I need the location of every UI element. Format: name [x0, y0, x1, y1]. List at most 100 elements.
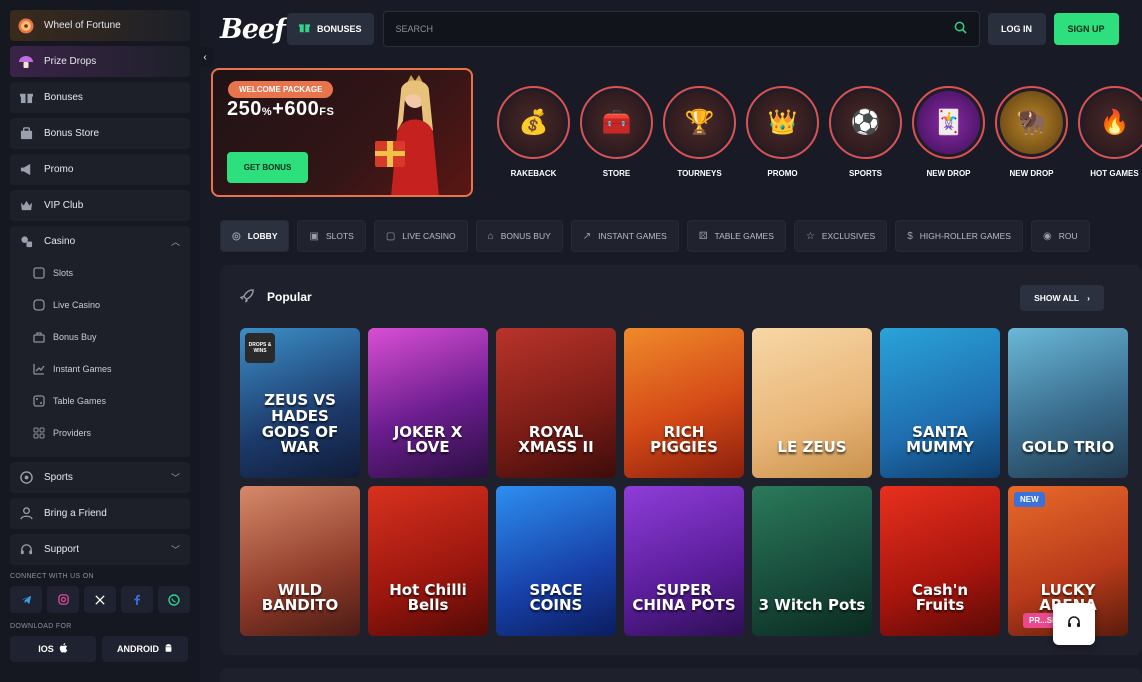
story-store[interactable]: 🧰 STORE: [575, 86, 658, 181]
story-glyph: 🧰: [585, 91, 648, 154]
game-title: ROYAL XMASS II: [518, 422, 594, 457]
tab-instant-games[interactable]: ↗ INSTANT GAMES: [570, 220, 679, 252]
login-button[interactable]: LOG IN: [987, 13, 1046, 45]
headset-icon: [18, 542, 34, 558]
dice-icon: [32, 394, 46, 408]
story-label: HOT GAMES: [1090, 169, 1139, 178]
tab-slots[interactable]: ▣ SLOTS: [297, 220, 366, 252]
sidebar-item-label: Prize Drops: [44, 56, 97, 67]
game-tile[interactable]: SUPER CHINA POTS: [624, 486, 744, 636]
sidebar-item-vip-club[interactable]: VIP Club: [10, 190, 190, 221]
collapse-sidebar-button[interactable]: ‹: [196, 47, 214, 67]
apple-icon: [59, 643, 68, 655]
store-icon: [18, 126, 34, 142]
story-sports[interactable]: ⚽ SPORTS: [824, 86, 907, 181]
drops-wins-badge: DROPS & WINS: [245, 333, 275, 363]
sidebar-item-prize-drops[interactable]: Prize Drops: [10, 46, 190, 77]
tab-high-roller-games[interactable]: $ HIGH-ROLLER GAMES: [895, 220, 1023, 252]
game-tile[interactable]: SANTA MUMMY: [880, 328, 1000, 478]
story-rakeback[interactable]: 💰 RAKEBACK: [492, 86, 575, 181]
game-title: JOKER X LOVE: [393, 422, 463, 457]
tab-bonus-buy[interactable]: ⌂ BONUS BUY: [475, 220, 563, 252]
sidebar-subitem-label: Table Games: [53, 396, 107, 406]
telegram-icon[interactable]: [10, 586, 42, 613]
x-icon[interactable]: [84, 586, 116, 613]
sidebar-item-promo[interactable]: Promo: [10, 154, 190, 185]
tab-table-games[interactable]: ⚄ TABLE GAMES: [686, 220, 786, 252]
tab-label: LIVE CASINO: [402, 231, 456, 241]
story-promo[interactable]: 👑 PROMO: [741, 86, 824, 181]
popular-title: Popular: [267, 290, 312, 304]
tab-roulette[interactable]: ◉ ROU: [1030, 220, 1090, 252]
story-tourneys[interactable]: 🏆 TOURNEYS: [658, 86, 741, 181]
tab-live-casino[interactable]: ▢ LIVE CASINO: [373, 220, 468, 252]
facebook-icon[interactable]: [121, 586, 153, 613]
chart-icon: [32, 362, 46, 376]
game-tile[interactable]: DROPS & WINS ZEUS VS HADES GODS OF WAR: [240, 328, 360, 478]
game-tile[interactable]: Hot Chilli Bells: [368, 486, 488, 636]
whatsapp-icon[interactable]: [158, 586, 190, 613]
sidebar-item-sports[interactable]: Sports ﹀: [10, 462, 190, 493]
game-title: RICH PIGGIES: [650, 422, 718, 457]
roulette-icon: ◉: [1042, 230, 1052, 242]
story-glyph: 🦬: [1000, 91, 1063, 154]
popular-section: Popular SHOW ALL › DROPS & WINS ZEUS VS HA…: [220, 265, 1142, 655]
sidebar-item-bring-a-friend[interactable]: Bring a Friend: [10, 498, 190, 529]
game-tile[interactable]: WILD BANDITO: [240, 486, 360, 636]
sidebar-subitem-table-games[interactable]: Table Games: [10, 385, 190, 417]
sidebar-item-casino[interactable]: Casino ︿: [10, 226, 190, 257]
signup-button[interactable]: SIGN UP: [1053, 13, 1119, 45]
search-icon[interactable]: [954, 21, 967, 37]
game-tile[interactable]: SPACE COINS: [496, 486, 616, 636]
get-bonus-button[interactable]: GET BONUS: [227, 152, 308, 183]
sidebar-item-support[interactable]: Support ﹀: [10, 534, 190, 565]
game-title: SUPER CHINA POTS: [632, 580, 736, 615]
promo-amount-fs: FS: [319, 106, 335, 118]
game-tile[interactable]: RICH PIGGIES: [624, 328, 744, 478]
bonuses-button[interactable]: BONUSES: [287, 13, 374, 45]
story-hot-games[interactable]: 🔥 HOT GAMES: [1073, 86, 1142, 181]
sidebar-item-wheel-of-fortune[interactable]: Wheel of Fortune: [10, 10, 190, 41]
game-tile[interactable]: JOKER X LOVE: [368, 328, 488, 478]
tab-exclusives[interactable]: ☆ EXCLUSIVES: [793, 220, 888, 252]
sidebar-item-bonuses[interactable]: Bonuses: [10, 82, 190, 113]
instagram-icon[interactable]: [47, 586, 79, 613]
tab-lobby[interactable]: ◎ LOBBY: [220, 220, 290, 252]
topbar: Beef BONUSES SEARCH LOG IN SIGN UP: [220, 11, 1130, 47]
promo-amount-plus: +600: [272, 98, 320, 120]
story-new-drop[interactable]: 🃏 NEW DROP: [907, 86, 990, 181]
next-section-strip: [220, 668, 1142, 682]
sidebar-subitem-slots[interactable]: Slots: [10, 257, 190, 289]
sidebar-item-bonus-store[interactable]: Bonus Store: [10, 118, 190, 149]
welcome-promo-card[interactable]: WELCOME PACKAGE 250%+600FS GET BONUS: [211, 68, 473, 197]
sidebar-subitem-instant-games[interactable]: Instant Games: [10, 353, 190, 385]
story-circle: 👑: [746, 86, 819, 159]
search-input[interactable]: SEARCH: [382, 11, 980, 47]
game-tile[interactable]: LE ZEUS: [752, 328, 872, 478]
tab-label: TABLE GAMES: [714, 231, 774, 241]
story-new-drop-2[interactable]: 🦬 NEW DROP: [990, 86, 1073, 181]
logo[interactable]: Beef: [220, 14, 287, 45]
crown-icon: [18, 198, 34, 214]
tab-label: LOBBY: [247, 231, 278, 241]
game-title: SPACE COINS: [529, 580, 583, 615]
rocket-icon: [239, 288, 255, 306]
game-tile[interactable]: ROYAL XMASS II: [496, 328, 616, 478]
sidebar-subitem-live-casino[interactable]: Live Casino: [10, 289, 190, 321]
gift-icon: [18, 90, 34, 106]
search-placeholder: SEARCH: [395, 24, 434, 34]
connect-label: CONNECT WITH US ON: [10, 573, 94, 580]
sidebar-subitem-bonus-buy[interactable]: Bonus Buy: [10, 321, 190, 353]
game-tile[interactable]: GOLD TRIO: [1008, 328, 1128, 478]
sidebar-subitem-providers[interactable]: Providers: [10, 417, 190, 449]
show-all-button[interactable]: SHOW ALL ›: [1020, 285, 1104, 311]
game-title: GOLD TRIO: [1021, 438, 1115, 457]
tab-label: INSTANT GAMES: [598, 231, 667, 241]
live-support-button[interactable]: [1053, 603, 1095, 645]
bonuses-label: BONUSES: [317, 24, 362, 34]
live-icon: [32, 298, 46, 312]
game-tile[interactable]: 3 Witch Pots: [752, 486, 872, 636]
game-tile[interactable]: Cash'n Fruits: [880, 486, 1000, 636]
android-download-button[interactable]: ANDROID: [102, 636, 188, 662]
ios-download-button[interactable]: IOS: [10, 636, 96, 662]
